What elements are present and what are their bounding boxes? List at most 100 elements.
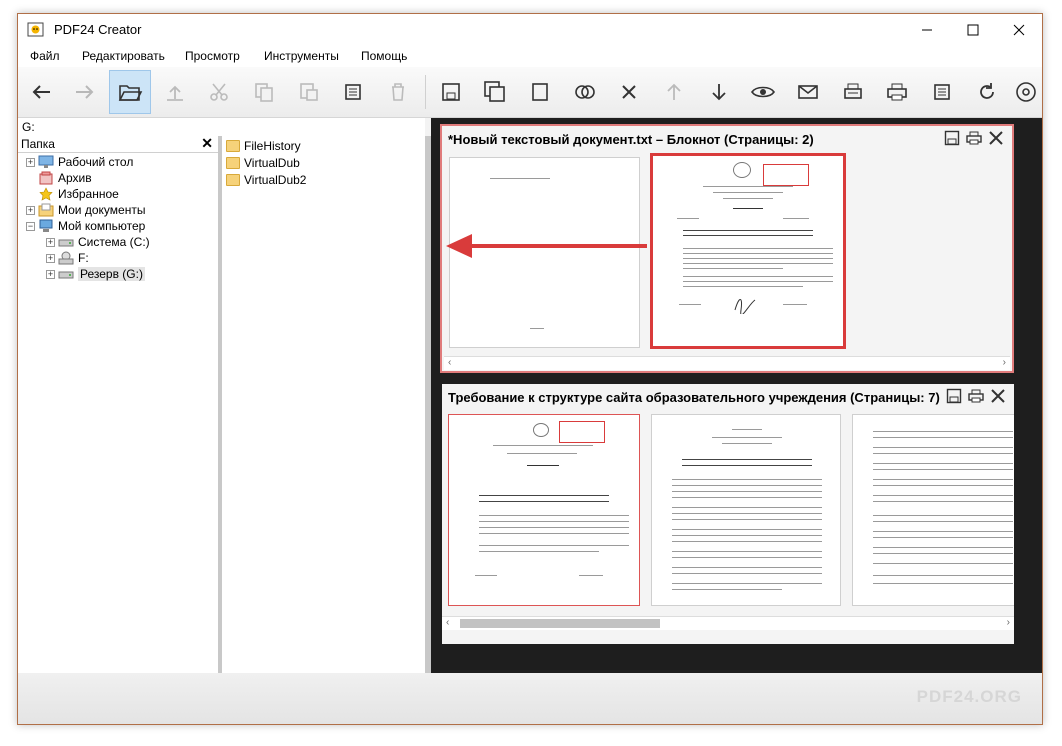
save-as-button[interactable] [474, 70, 516, 114]
document-panel[interactable]: *Новый текстовый документ.txt – Блокнот … [440, 124, 1014, 373]
menu-edit[interactable]: Редактировать [82, 49, 165, 63]
copy-icon [255, 83, 273, 102]
list-item[interactable]: VirtualDub2 [226, 172, 306, 188]
document-workspace: *Новый текстовый документ.txt – Блокнот … [431, 118, 1042, 673]
close-icon [1013, 24, 1025, 35]
save-icon[interactable] [946, 388, 962, 404]
tree-item-archive[interactable]: Архив [38, 170, 92, 186]
maximize-icon [967, 24, 979, 35]
status-bar: PDF24.ORG [18, 673, 1042, 724]
copy-button[interactable] [243, 70, 285, 114]
cd-drive-icon [58, 251, 74, 265]
computer-icon [39, 219, 53, 232]
tree-item-label: Мои документы [58, 203, 146, 217]
expand-icon[interactable]: + [46, 269, 55, 279]
back-button[interactable] [20, 70, 62, 114]
email-icon [798, 85, 818, 99]
tree-item-computer[interactable]: − Мой компьютер [26, 218, 145, 234]
at-button[interactable] [1010, 70, 1042, 114]
horizontal-scrollbar[interactable]: ‹ › [444, 356, 1010, 370]
save-icon [442, 83, 460, 101]
tree-item-documents[interactable]: + Мои документы [26, 202, 145, 218]
page-thumbnail-selected[interactable] [448, 414, 640, 606]
document-actions [944, 130, 1004, 146]
close-button[interactable] [996, 14, 1042, 45]
maximize-button[interactable] [950, 14, 996, 45]
document-panel[interactable]: Требование к структуре сайта образовател… [442, 384, 1014, 644]
save-button[interactable] [430, 70, 472, 114]
scrollbar-thumb[interactable] [460, 619, 660, 628]
properties-button[interactable] [921, 70, 963, 114]
expand-icon[interactable]: + [46, 253, 55, 263]
tree-item-drive-f[interactable]: + F: [46, 250, 89, 266]
brand-logo: PDF24.ORG [916, 687, 1022, 706]
paste-icon [300, 83, 318, 101]
save-icon[interactable] [944, 130, 960, 146]
tree-item-favorites[interactable]: Избранное [38, 186, 119, 202]
print-icon[interactable] [968, 388, 984, 404]
scroll-left-icon[interactable]: ‹ [448, 357, 451, 368]
tree-item-label: Избранное [58, 187, 119, 201]
scroll-left-icon[interactable]: ‹ [446, 617, 449, 628]
page-thumbnail-selected[interactable] [650, 153, 846, 349]
print-button[interactable] [876, 70, 918, 114]
document-actions [946, 388, 1006, 404]
tree-item-desktop[interactable]: + Рабочий стол [26, 154, 133, 170]
toolbar-separator [425, 75, 426, 109]
tree-item-label: Рабочий стол [58, 155, 134, 169]
app-window: PDF24 Creator Файл Редактировать Просмот… [17, 13, 1043, 725]
expand-icon[interactable]: + [46, 237, 55, 247]
rotate-icon [980, 83, 994, 99]
move-down-button[interactable] [698, 70, 740, 114]
preview-button[interactable] [742, 70, 784, 114]
page-thumbnail[interactable] [651, 414, 841, 606]
select-all-button[interactable] [332, 70, 374, 114]
cut-button[interactable] [198, 70, 240, 114]
merge-icon [575, 85, 595, 99]
scroll-right-icon[interactable]: › [1003, 357, 1006, 368]
print-icon[interactable] [966, 130, 982, 146]
menu-view[interactable]: Просмотр [185, 49, 240, 63]
close-pane-icon[interactable]: ✕ [201, 135, 213, 152]
forward-button[interactable] [64, 70, 106, 114]
paste-button[interactable] [288, 70, 330, 114]
rotate-button[interactable] [966, 70, 1008, 114]
upload-button[interactable] [154, 70, 196, 114]
horizontal-scrollbar[interactable]: ‹ › [442, 616, 1014, 630]
path-bar[interactable]: G: [18, 118, 425, 136]
menu-tools[interactable]: Инструменты [264, 49, 339, 63]
fax-button[interactable] [832, 70, 874, 114]
tree-item-drive-c[interactable]: + Система (C:) [46, 234, 150, 250]
folder-pane-title: Папка [21, 137, 55, 151]
delete-button[interactable] [377, 70, 419, 114]
email-button[interactable] [787, 70, 829, 114]
list-item[interactable]: FileHistory [226, 138, 301, 154]
close-icon[interactable] [990, 388, 1006, 404]
page-thumbnail[interactable] [852, 414, 1014, 606]
expand-icon[interactable]: + [26, 157, 35, 167]
scroll-right-icon[interactable]: › [1007, 617, 1010, 628]
collapse-icon[interactable]: − [26, 221, 35, 231]
menu-file[interactable]: Файл [30, 49, 60, 63]
document-title: Требование к структуре сайта образовател… [448, 390, 940, 405]
menu-help[interactable]: Помощь [361, 49, 407, 63]
archive-icon [39, 171, 53, 185]
blank-page-button[interactable] [519, 70, 561, 114]
open-folder-button[interactable] [109, 70, 151, 114]
close-icon[interactable] [988, 130, 1004, 146]
current-path: G: [22, 120, 35, 134]
star-icon [39, 187, 53, 201]
merge-button[interactable] [564, 70, 606, 114]
expand-icon[interactable]: + [26, 205, 35, 215]
list-item[interactable]: VirtualDub [226, 155, 300, 171]
move-up-icon [667, 83, 681, 100]
tree-item-drive-g[interactable]: + Резерв (G:) [46, 266, 145, 282]
pdf24-app-icon [27, 22, 44, 37]
move-up-button[interactable] [653, 70, 695, 114]
fax-icon [844, 83, 862, 99]
menu-bar: Файл Редактировать Просмотр Инструменты … [18, 45, 1042, 67]
remove-button[interactable] [608, 70, 650, 114]
window-title: PDF24 Creator [54, 22, 142, 37]
minimize-button[interactable] [904, 14, 950, 45]
preview-icon [751, 86, 775, 98]
